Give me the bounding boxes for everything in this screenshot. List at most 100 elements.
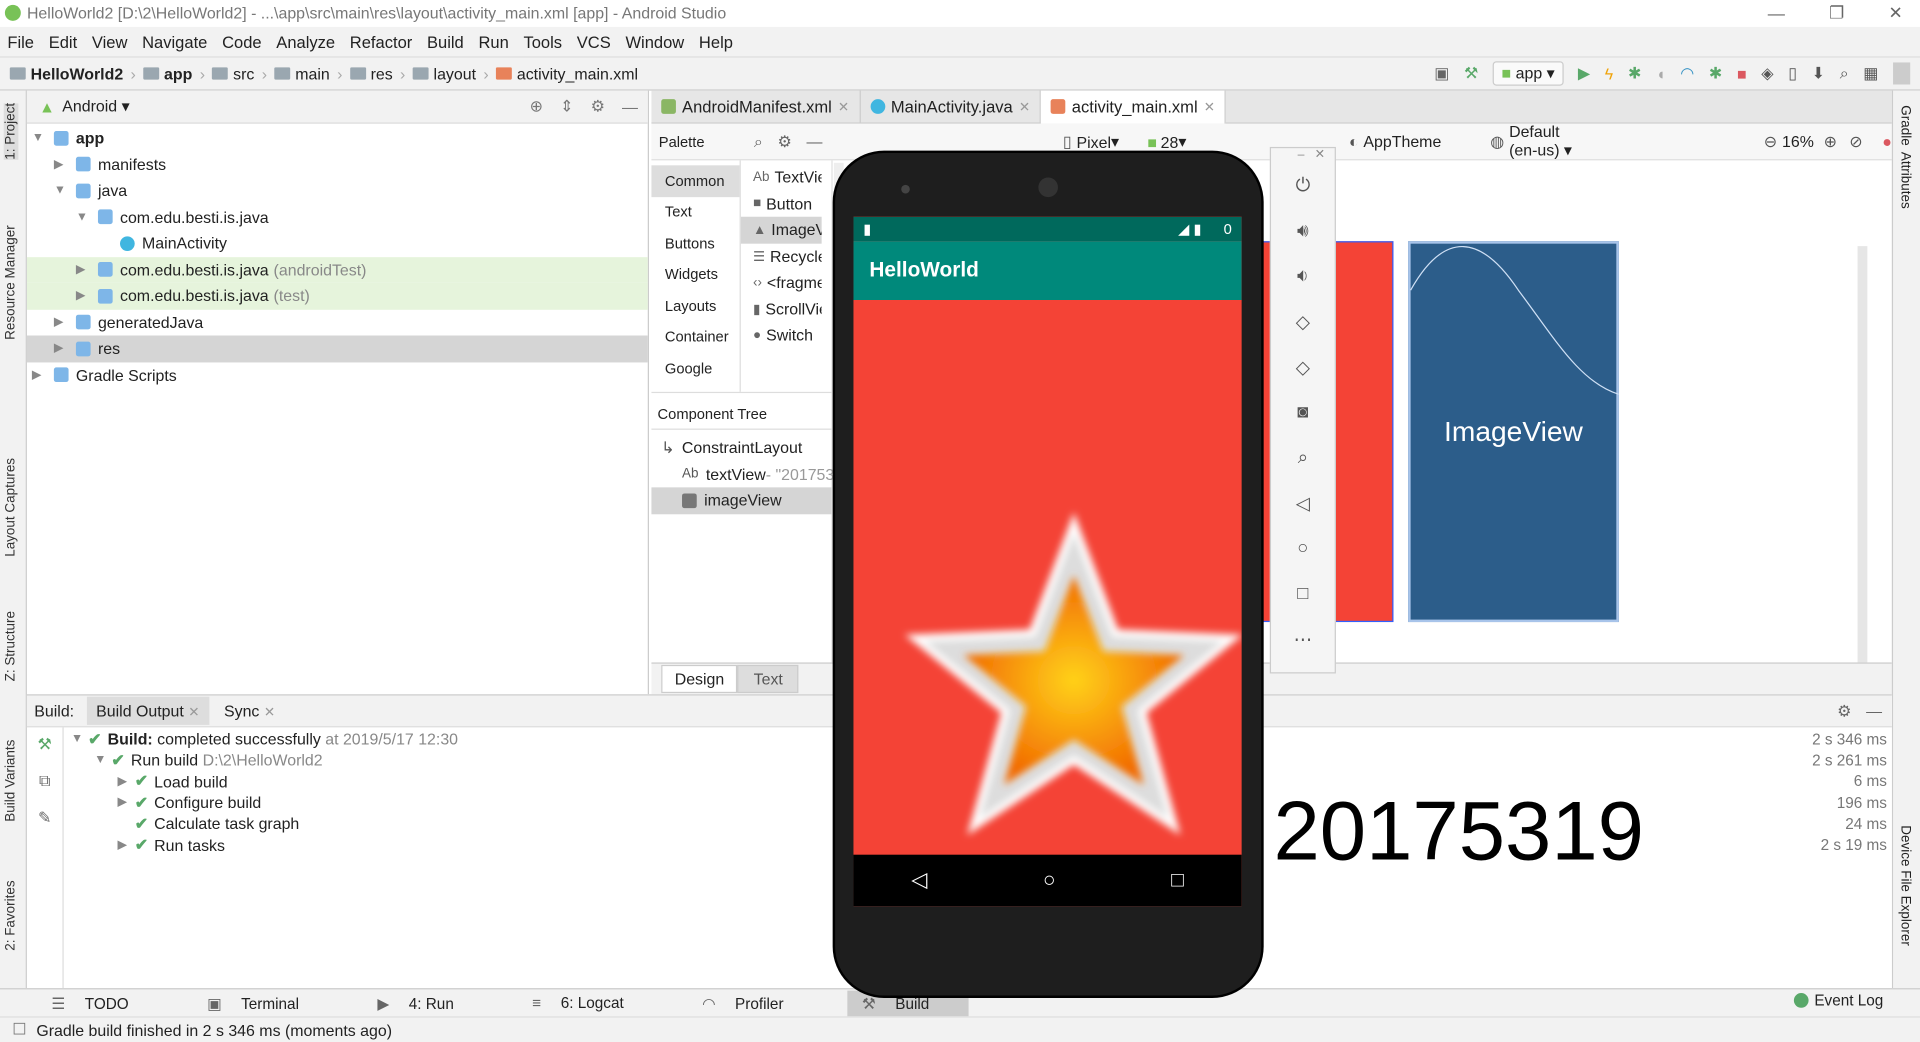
- home-icon[interactable]: ○: [1043, 868, 1056, 892]
- menu-vcs[interactable]: VCS: [577, 32, 611, 50]
- expand-arrow-icon[interactable]: ▶: [54, 342, 71, 355]
- tab-design[interactable]: Design: [661, 664, 738, 694]
- menu-view[interactable]: View: [92, 32, 128, 50]
- sdk-manager-icon[interactable]: ⬇: [1812, 64, 1825, 84]
- user-avatar-icon[interactable]: [1893, 62, 1911, 85]
- close-tab-icon[interactable]: ✕: [1019, 99, 1030, 115]
- menu-build[interactable]: Build: [427, 32, 464, 50]
- editor-tab[interactable]: activity_main.xml ✕: [1041, 90, 1227, 124]
- breadcrumb-item[interactable]: HelloWorld2: [9, 64, 123, 83]
- menu-edit[interactable]: Edit: [49, 32, 77, 50]
- rebuild-icon[interactable]: ⚒: [27, 735, 63, 755]
- palette-item[interactable]: ■ Button: [741, 190, 822, 216]
- palette-category[interactable]: Google: [651, 353, 739, 384]
- rotate-left-icon[interactable]: ◇: [1271, 311, 1335, 356]
- gear-icon[interactable]: ⚙: [591, 97, 605, 117]
- palette-category[interactable]: Buttons: [651, 228, 739, 259]
- tree-item[interactable]: ▶ com.edu.besti.is.java (test): [26, 282, 648, 310]
- event-log-button[interactable]: Event Log: [1793, 992, 1883, 1009]
- search-icon[interactable]: ⌕: [1840, 64, 1849, 84]
- breadcrumb-item[interactable]: app: [143, 64, 192, 83]
- restore-button[interactable]: ❐: [1829, 2, 1844, 23]
- tool-terminal[interactable]: ▣ Terminal: [192, 990, 338, 1016]
- tool-project[interactable]: 1: Project: [3, 102, 19, 160]
- overview-icon[interactable]: □: [1271, 583, 1335, 628]
- expand-arrow-icon[interactable]: ▼: [54, 184, 71, 197]
- tree-item[interactable]: MainActivity: [27, 230, 648, 256]
- expand-arrow-icon[interactable]: ▶: [76, 263, 93, 276]
- profile-icon[interactable]: ◠: [1680, 64, 1694, 84]
- tree-item[interactable]: ▶ res: [26, 335, 648, 362]
- stop-icon[interactable]: ■: [1737, 64, 1747, 82]
- apply-changes-icon[interactable]: ϟ: [1605, 64, 1613, 82]
- search-icon[interactable]: ⌕: [754, 132, 763, 152]
- attach-debugger-icon[interactable]: ✱: [1709, 64, 1722, 84]
- tree-item[interactable]: ▶ generatedJava: [27, 309, 648, 335]
- zoom-out-icon[interactable]: ⊖: [1764, 132, 1777, 152]
- hide-palette-icon[interactable]: —: [806, 132, 822, 150]
- tool-attributes[interactable]: Attributes: [1898, 152, 1913, 209]
- zoom-in-icon[interactable]: ⊕: [1824, 132, 1837, 152]
- menu-file[interactable]: File: [7, 32, 34, 50]
- palette-item[interactable]: AbTextView: [741, 164, 822, 190]
- palette-category[interactable]: Text: [651, 197, 739, 228]
- power-icon[interactable]: ⏻: [1271, 175, 1335, 220]
- expand-arrow-icon[interactable]: ▶: [118, 775, 135, 788]
- toggle-view-icon[interactable]: ⧉: [27, 771, 63, 791]
- palette-item[interactable]: ‹›<fragment>: [741, 269, 822, 295]
- gradle-sync-icon[interactable]: ◈: [1761, 64, 1773, 84]
- expand-arrow-icon[interactable]: ▶: [118, 796, 135, 809]
- volume-down-icon[interactable]: 🔉︎: [1271, 266, 1335, 311]
- palette-item[interactable]: ☰RecyclerView: [741, 243, 822, 269]
- tool-device-file-explorer[interactable]: Device File Explorer: [1898, 825, 1913, 946]
- palette-category[interactable]: Layouts: [651, 290, 739, 321]
- palette-item[interactable]: ▮ScrollView: [741, 296, 822, 322]
- tree-imageview[interactable]: imageView: [651, 487, 832, 514]
- tree-item[interactable]: ▼ java: [27, 178, 648, 204]
- error-icon[interactable]: ●: [1882, 132, 1892, 150]
- tool-favorites[interactable]: 2: Favorites: [4, 880, 19, 950]
- debug-icon[interactable]: ✱: [1628, 64, 1641, 84]
- more-icon[interactable]: ⋯: [1271, 628, 1335, 673]
- tree-item[interactable]: ▼ com.edu.besti.is.java: [27, 204, 648, 230]
- pin-icon[interactable]: ✎: [27, 808, 63, 828]
- palette-category[interactable]: Common: [651, 165, 740, 197]
- hide-icon[interactable]: —: [622, 97, 638, 115]
- project-structure-icon[interactable]: ▦: [1863, 64, 1878, 84]
- zoom-icon[interactable]: ⌕: [1271, 447, 1335, 492]
- tool-layout-captures[interactable]: Layout Captures: [4, 458, 19, 557]
- menu-run[interactable]: Run: [478, 32, 508, 50]
- sync-icon[interactable]: ▣: [1434, 64, 1449, 84]
- minimize-button[interactable]: —: [1768, 3, 1785, 23]
- run-icon[interactable]: ▶: [1578, 64, 1590, 84]
- canvas-scrollbar[interactable]: [1857, 246, 1868, 663]
- expand-arrow-icon[interactable]: ▼: [76, 210, 93, 223]
- tab-build-output[interactable]: Build Output ✕: [86, 696, 210, 725]
- menu-refactor[interactable]: Refactor: [350, 32, 412, 50]
- gear-icon[interactable]: ⚙: [1837, 701, 1851, 721]
- breadcrumb-item[interactable]: res: [349, 64, 393, 83]
- editor-tab[interactable]: AndroidManifest.xml ✕: [651, 90, 861, 124]
- expand-arrow-icon[interactable]: ▶: [118, 838, 135, 851]
- palette-category[interactable]: Container: [651, 321, 739, 352]
- rotate-right-icon[interactable]: ◇: [1271, 356, 1335, 401]
- volume-up-icon[interactable]: 🔊︎: [1271, 220, 1335, 265]
- close-tab-icon[interactable]: ✕: [1204, 99, 1215, 115]
- tree-textview[interactable]: Ab textView - "20175319": [651, 461, 858, 487]
- palette-item[interactable]: ● Switch: [741, 322, 822, 348]
- tree-item[interactable]: ▶ manifests: [27, 151, 648, 177]
- hide-icon[interactable]: —: [1866, 702, 1882, 720]
- tree-item[interactable]: ▶ Gradle Scripts: [27, 362, 648, 388]
- tool-build-variants[interactable]: Build Variants: [4, 740, 19, 822]
- home-icon[interactable]: ○: [1271, 538, 1335, 583]
- menu-analyze[interactable]: Analyze: [276, 32, 335, 50]
- run-config-dropdown[interactable]: ■ app ▾: [1492, 61, 1564, 86]
- breadcrumb-item[interactable]: main: [274, 64, 330, 83]
- menu-help[interactable]: Help: [699, 32, 733, 50]
- palette-category[interactable]: Widgets: [651, 259, 739, 290]
- menu-tools[interactable]: Tools: [523, 32, 562, 50]
- back-icon[interactable]: ◁: [911, 868, 927, 892]
- breadcrumb-item[interactable]: activity_main.xml: [496, 64, 638, 83]
- menu-window[interactable]: Window: [625, 32, 684, 50]
- zoom-fit-icon[interactable]: ⊘: [1849, 132, 1862, 152]
